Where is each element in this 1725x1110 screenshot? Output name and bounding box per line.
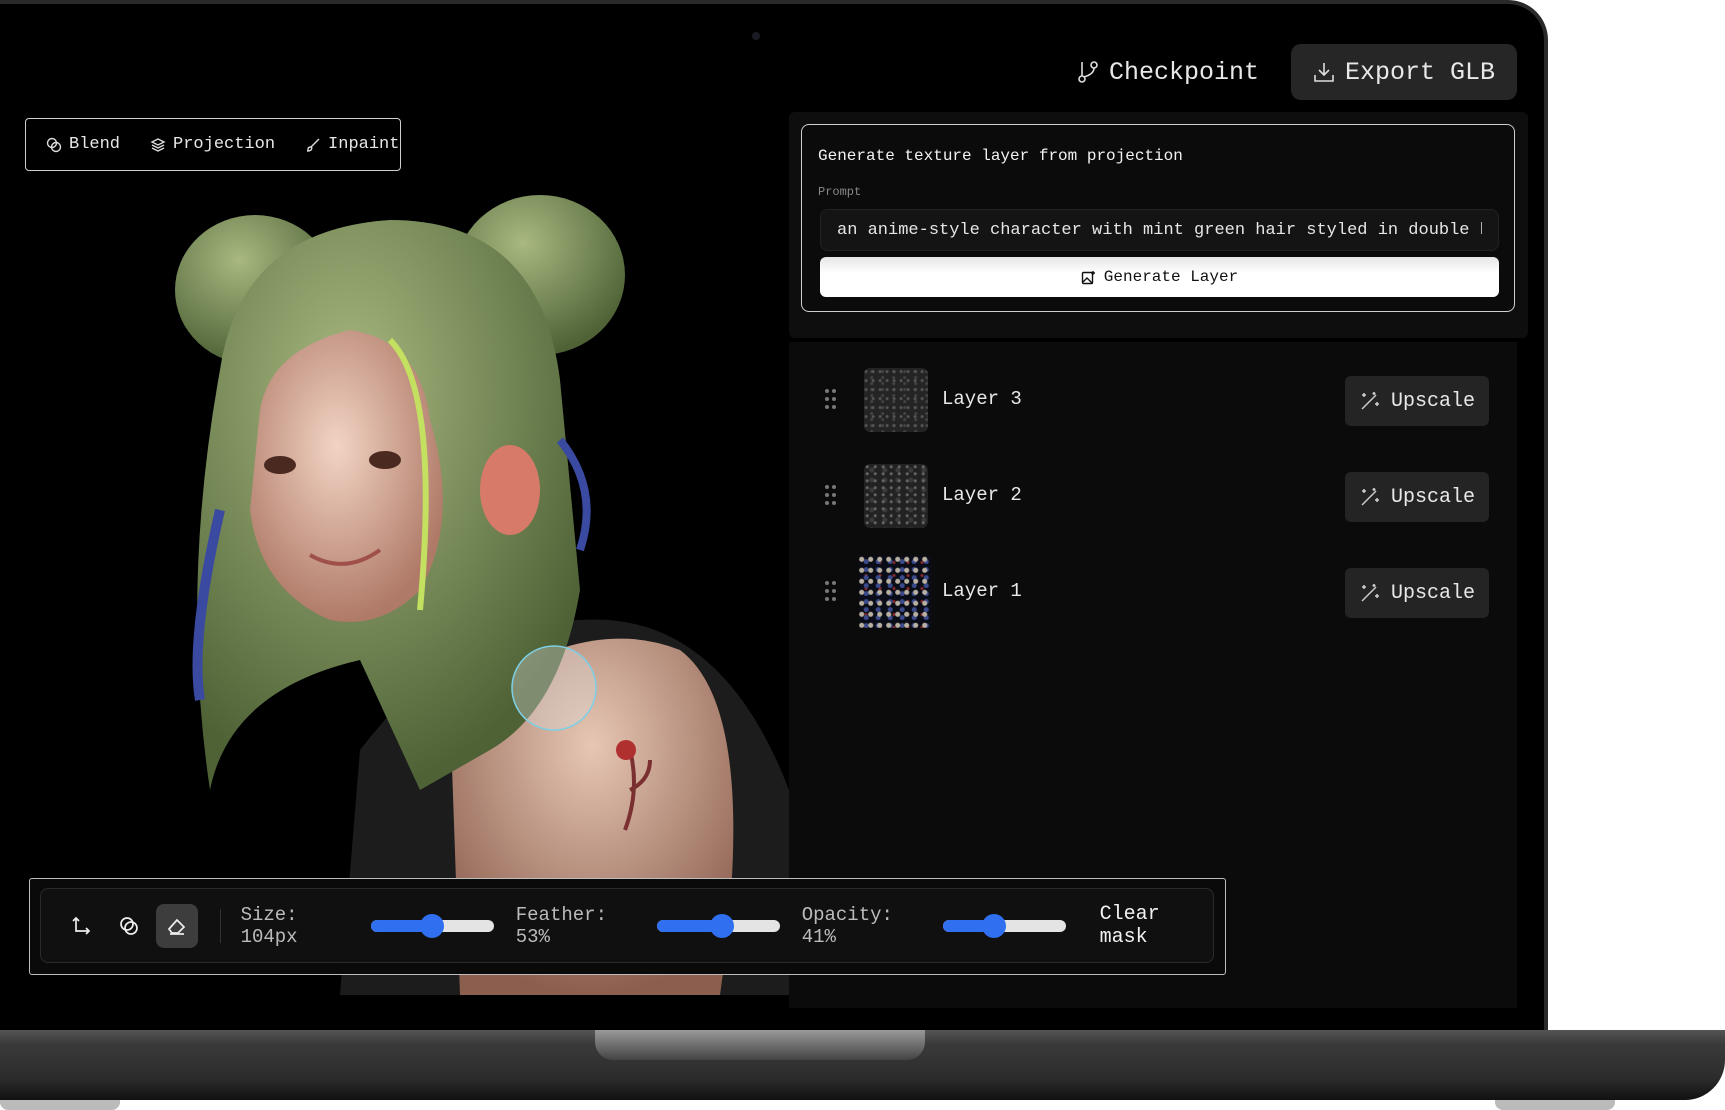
magic-wand-icon xyxy=(1359,486,1381,508)
image-plus-icon xyxy=(1081,270,1096,285)
blend-tool-button[interactable] xyxy=(109,904,151,948)
brush-cursor xyxy=(511,645,597,731)
size-label: Size: 104px xyxy=(240,903,298,948)
layer-thumbnail xyxy=(864,464,928,528)
mask-toolbar: Size: 104px Feather: 53% Opacity: 41% Cl… xyxy=(29,878,1226,975)
mode-inpaint-label: Inpaint xyxy=(328,135,400,154)
generate-layer-button[interactable]: Generate Layer xyxy=(820,257,1499,297)
size-slider[interactable] xyxy=(371,913,494,938)
generate-card: Generate texture layer from projection P… xyxy=(801,124,1515,312)
3d-viewport[interactable] xyxy=(160,190,789,995)
camera xyxy=(752,32,760,40)
mode-blend-label: Blend xyxy=(69,135,121,154)
mode-projection[interactable]: Projection xyxy=(150,135,275,154)
prompt-input[interactable] xyxy=(820,209,1499,251)
generate-title: Generate texture layer from projection xyxy=(818,147,1183,165)
character-model xyxy=(175,195,789,995)
feather-slider[interactable] xyxy=(656,913,780,938)
upscale-button[interactable]: Upscale xyxy=(1345,472,1489,522)
eraser-tool-button[interactable] xyxy=(156,903,198,948)
upscale-label: Upscale xyxy=(1390,581,1475,605)
clear-mask-button[interactable]: Clear mask xyxy=(1100,903,1213,949)
blend-icon xyxy=(46,137,62,153)
drag-handle-icon[interactable] xyxy=(825,389,837,409)
export-label: Export GLB xyxy=(1344,57,1495,87)
axis-arrows-icon xyxy=(71,915,93,937)
drag-handle-icon[interactable] xyxy=(825,581,837,601)
magic-wand-icon xyxy=(1359,390,1381,412)
blend-icon xyxy=(118,915,140,937)
header-actions: Checkpoint Export GLB xyxy=(1077,44,1517,100)
upscale-button[interactable]: Upscale xyxy=(1345,376,1489,426)
feather-label: Feather: 53% xyxy=(515,903,607,948)
layer-name: Layer 1 xyxy=(942,580,1022,602)
upscale-label: Upscale xyxy=(1390,389,1475,413)
eraser-icon xyxy=(166,915,188,937)
export-glb-button[interactable]: Export GLB xyxy=(1290,44,1517,100)
laptop-foot xyxy=(0,1100,120,1110)
layer-row[interactable]: Layer 3 Upscale xyxy=(789,364,1517,436)
mode-inpaint[interactable]: Inpaint xyxy=(305,135,399,154)
layer-name: Layer 3 xyxy=(942,388,1022,410)
layer-name: Layer 2 xyxy=(942,484,1022,506)
upscale-label: Upscale xyxy=(1390,485,1475,509)
laptop-hinge xyxy=(595,1030,925,1060)
layers-icon xyxy=(150,137,166,153)
generate-panel: Generate texture layer from projection P… xyxy=(789,112,1528,338)
opacity-label: Opacity: 41% xyxy=(801,903,893,948)
layer-thumbnail xyxy=(864,368,928,432)
prompt-label: Prompt xyxy=(818,185,862,199)
layer-row[interactable]: Layer 1 Upscale xyxy=(789,556,1517,628)
layer-thumbnail xyxy=(859,556,931,628)
mode-tabs: Blend Projection Inpaint xyxy=(25,118,401,171)
drag-handle-icon[interactable] xyxy=(825,485,837,505)
laptop-foot xyxy=(1495,1100,1615,1110)
magic-wand-icon xyxy=(1359,582,1381,604)
mask-toolbar-inner: Size: 104px Feather: 53% Opacity: 41% Cl… xyxy=(40,888,1214,963)
generate-layer-label: Generate Layer xyxy=(1103,268,1239,286)
download-icon xyxy=(1313,61,1335,83)
upscale-button[interactable]: Upscale xyxy=(1345,568,1489,618)
checkpoint-label: Checkpoint xyxy=(1108,57,1259,87)
mode-blend[interactable]: Blend xyxy=(46,135,120,154)
checkpoint-button[interactable]: Checkpoint xyxy=(1077,58,1259,87)
mode-projection-label: Projection xyxy=(173,135,276,154)
layer-row[interactable]: Layer 2 Upscale xyxy=(789,460,1517,532)
git-branch-icon xyxy=(1077,60,1099,84)
transform-tool-button[interactable] xyxy=(61,904,103,948)
brush-icon xyxy=(305,137,321,153)
opacity-slider[interactable] xyxy=(942,913,1066,938)
divider xyxy=(219,908,221,943)
